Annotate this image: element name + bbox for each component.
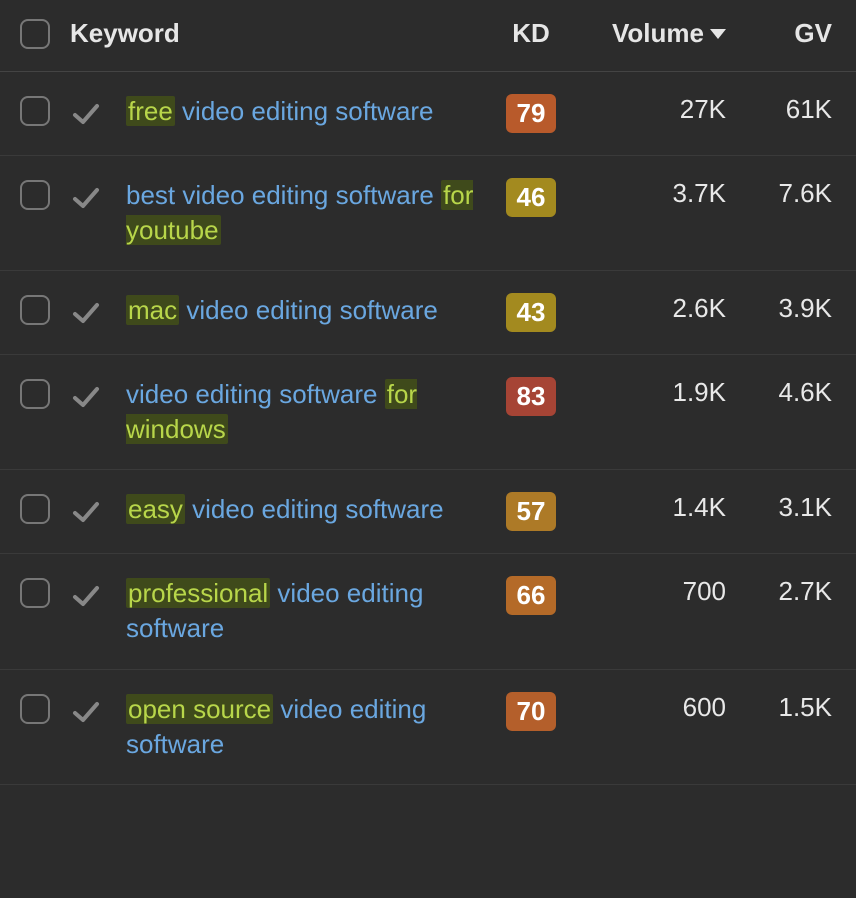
keyword-text-part: video editing software	[126, 379, 385, 409]
keyword-link[interactable]: professional video editing software	[126, 578, 423, 643]
keyword-link[interactable]: best video editing software for youtube	[126, 180, 473, 245]
keyword-link[interactable]: easy video editing software	[126, 494, 444, 524]
kd-badge: 79	[506, 94, 556, 133]
table-row: video editing software for windows 83 1.9K…	[0, 355, 856, 470]
keyword-table: Keyword KD Volume GV free video editing …	[0, 0, 856, 785]
kd-badge: 46	[506, 178, 556, 217]
keyword-text-part: video editing software	[185, 494, 444, 524]
keyword-text-part: video editing software	[175, 96, 434, 126]
select-all-checkbox[interactable]	[20, 19, 50, 49]
checkmark-icon[interactable]	[70, 580, 102, 612]
column-header-volume[interactable]: Volume	[576, 18, 726, 49]
gv-value: 2.7K	[779, 576, 833, 606]
keyword-highlight: free	[126, 96, 175, 126]
keyword-text-part: best video editing software	[126, 180, 441, 210]
keyword-link[interactable]: video editing software for windows	[126, 379, 417, 444]
gv-value: 3.9K	[779, 293, 833, 323]
row-checkbox[interactable]	[20, 96, 50, 126]
row-checkbox[interactable]	[20, 180, 50, 210]
keyword-text-part: video editing software	[179, 295, 438, 325]
volume-value: 1.9K	[673, 377, 727, 407]
table-header: Keyword KD Volume GV	[0, 0, 856, 72]
keyword-link[interactable]: free video editing software	[126, 96, 434, 126]
keyword-highlight: professional	[126, 578, 270, 608]
checkmark-icon[interactable]	[70, 297, 102, 329]
volume-value: 700	[683, 576, 726, 606]
kd-badge: 70	[506, 692, 556, 731]
sort-desc-icon	[710, 29, 726, 39]
checkmark-icon[interactable]	[70, 696, 102, 728]
status-cell	[70, 492, 126, 528]
status-cell	[70, 692, 126, 728]
volume-value: 1.4K	[673, 492, 727, 522]
table-row: professional video editing software 66 700…	[0, 554, 856, 669]
status-cell	[70, 293, 126, 329]
checkmark-icon[interactable]	[70, 182, 102, 214]
column-header-gv[interactable]: GV	[726, 18, 836, 49]
row-checkbox[interactable]	[20, 694, 50, 724]
keyword-highlight: open source	[126, 694, 273, 724]
gv-value: 61K	[786, 94, 832, 124]
kd-badge: 83	[506, 377, 556, 416]
status-cell	[70, 377, 126, 413]
status-cell	[70, 94, 126, 130]
checkmark-icon[interactable]	[70, 98, 102, 130]
keyword-header-label: Keyword	[70, 18, 180, 48]
table-row: free video editing software 79 27K 61K	[0, 72, 856, 156]
gv-value: 4.6K	[779, 377, 833, 407]
row-checkbox[interactable]	[20, 295, 50, 325]
keyword-highlight: mac	[126, 295, 179, 325]
gv-value: 1.5K	[779, 692, 833, 722]
gv-value: 3.1K	[779, 492, 833, 522]
checkmark-icon[interactable]	[70, 496, 102, 528]
keyword-link[interactable]: mac video editing software	[126, 295, 438, 325]
status-cell	[70, 576, 126, 612]
row-checkbox[interactable]	[20, 379, 50, 409]
kd-badge: 57	[506, 492, 556, 531]
volume-value: 3.7K	[673, 178, 727, 208]
table-row: easy video editing software 57 1.4K 3.1K	[0, 470, 856, 554]
keyword-highlight: easy	[126, 494, 185, 524]
keyword-link[interactable]: open source video editing software	[126, 694, 426, 759]
volume-value: 27K	[680, 94, 726, 124]
volume-value: 2.6K	[673, 293, 727, 323]
row-checkbox[interactable]	[20, 578, 50, 608]
row-checkbox[interactable]	[20, 494, 50, 524]
column-header-kd[interactable]: KD	[486, 18, 576, 49]
kd-header-label: KD	[512, 18, 550, 48]
checkmark-icon[interactable]	[70, 381, 102, 413]
status-cell	[70, 178, 126, 214]
column-header-keyword[interactable]: Keyword	[70, 18, 486, 49]
volume-value: 600	[683, 692, 726, 722]
gv-value: 7.6K	[779, 178, 833, 208]
volume-header-label: Volume	[612, 18, 704, 49]
gv-header-label: GV	[794, 18, 832, 48]
kd-badge: 43	[506, 293, 556, 332]
table-row: best video editing software for youtube 4…	[0, 156, 856, 271]
table-row: open source video editing software 70 600 1…	[0, 670, 856, 785]
table-row: mac video editing software 43 2.6K 3.9K	[0, 271, 856, 355]
kd-badge: 66	[506, 576, 556, 615]
